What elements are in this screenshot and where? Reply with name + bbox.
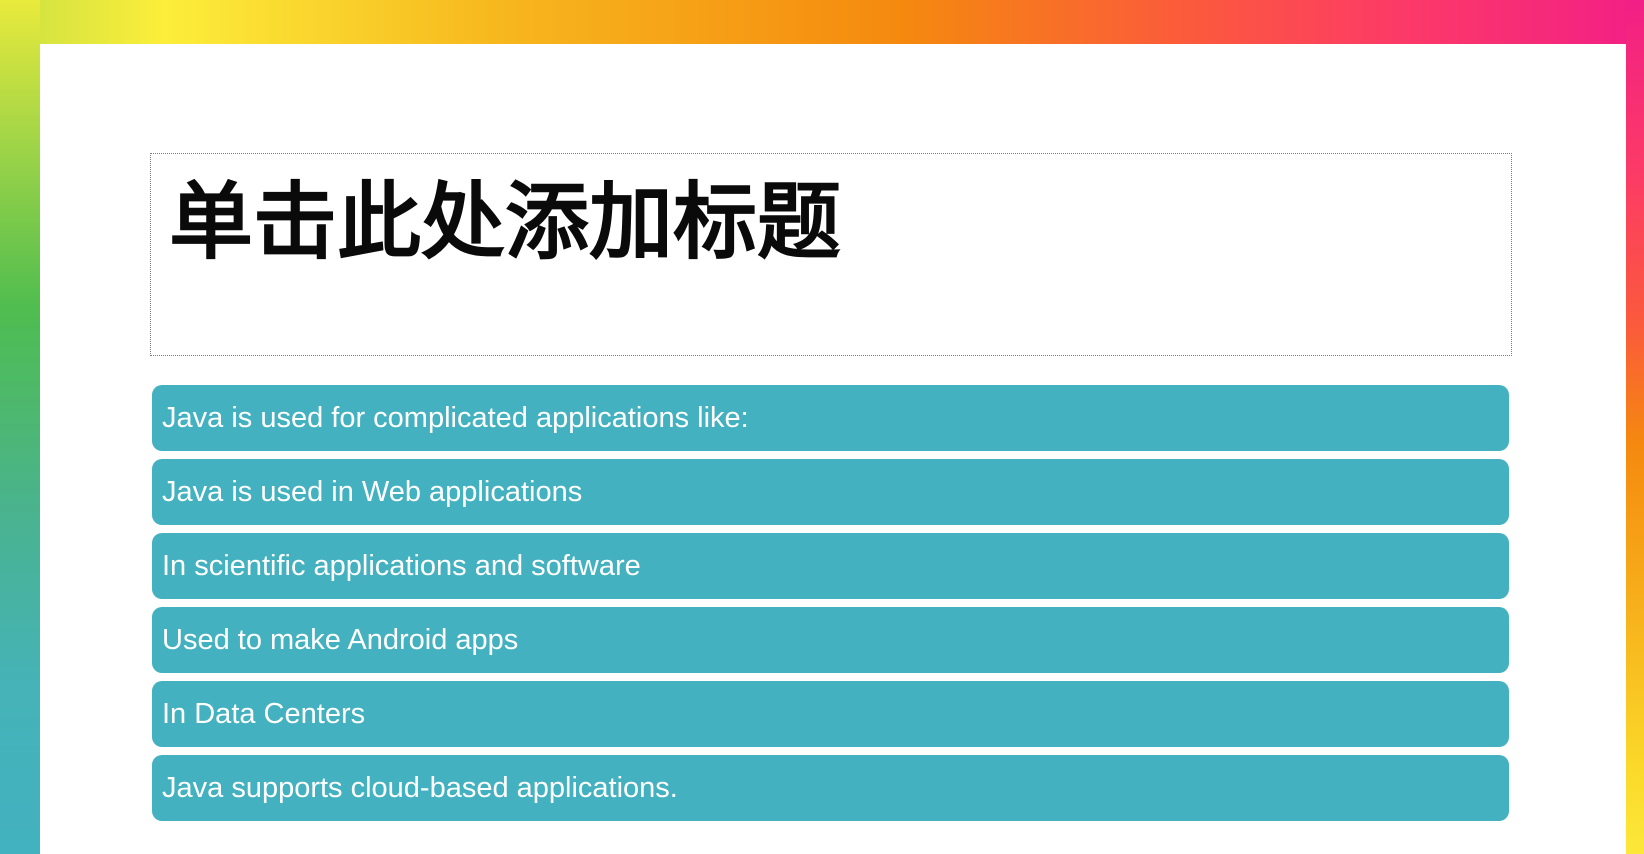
bullet-list: Java is used for complicated application… (152, 385, 1509, 829)
left-gradient-bar (0, 0, 40, 854)
list-item-text: Java is used for complicated application… (162, 401, 749, 434)
list-item-text: Java supports cloud-based applications. (162, 771, 678, 804)
list-item-text: In Data Centers (162, 697, 366, 730)
list-item[interactable]: In Data Centers (152, 681, 1509, 747)
list-item[interactable]: In scientific applications and software (152, 533, 1509, 599)
top-gradient-bar (0, 0, 1644, 44)
list-item[interactable]: Java supports cloud-based applications. (152, 755, 1509, 821)
list-item[interactable]: Used to make Android apps (152, 607, 1509, 673)
list-item[interactable]: Java is used in Web applications (152, 459, 1509, 525)
list-item-text: In scientific applications and software (162, 549, 641, 582)
list-item-text: Used to make Android apps (162, 623, 519, 656)
slide-title: 单击此处添加标题 (169, 173, 842, 271)
list-item-text: Java is used in Web applications (162, 475, 583, 508)
list-item[interactable]: Java is used for complicated application… (152, 385, 1509, 451)
title-placeholder[interactable]: 单击此处添加标题 (150, 153, 1512, 356)
right-gradient-bar (1626, 0, 1644, 854)
slide-frame: 单击此处添加标题 Java is used for complicated ap… (0, 0, 1644, 854)
